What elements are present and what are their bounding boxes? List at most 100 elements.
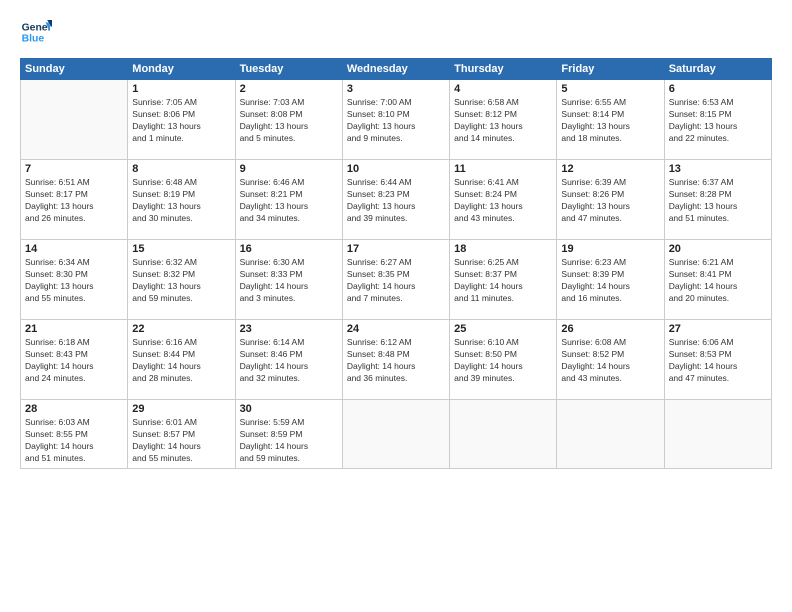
- page: General Blue SundayMondayTuesdayWednesda…: [0, 0, 792, 612]
- day-cell: 26 Sunrise: 6:08 AMSunset: 8:52 PMDayligh…: [557, 320, 664, 400]
- day-cell: 25Sunrise: 6:10 AMSunset: 8:50 PMDayligh…: [450, 320, 557, 400]
- week-row-5: 28 Sunrise: 6:03 AMSunset: 8:55 PMDayligh…: [21, 400, 772, 469]
- week-row-2: 7 Sunrise: 6:51 AMSunset: 8:17 PMDaylight…: [21, 160, 772, 240]
- day-info: Sunrise: 6:21 AMSunset: 8:41 PMDaylight:…: [669, 257, 767, 305]
- day-cell: 2Sunrise: 7:03 AMSunset: 8:08 PMDaylight…: [235, 80, 342, 160]
- day-cell: 27 Sunrise: 6:06 AMSunset: 8:53 PMDayligh…: [664, 320, 771, 400]
- day-number: 7: [25, 163, 123, 175]
- day-number: 16: [240, 243, 338, 255]
- day-cell: [342, 400, 449, 469]
- day-number: 6: [669, 83, 767, 95]
- day-number: 22: [132, 323, 230, 335]
- day-number: 24: [347, 323, 445, 335]
- day-info: Sunrise: 6:27 AMSunset: 8:35 PMDaylight:…: [347, 257, 445, 305]
- day-cell: 5 Sunrise: 6:55 AMSunset: 8:14 PMDaylight…: [557, 80, 664, 160]
- day-number: 14: [25, 243, 123, 255]
- day-cell: 19Sunrise: 6:23 AMSunset: 8:39 PMDayligh…: [557, 240, 664, 320]
- weekday-wednesday: Wednesday: [342, 59, 449, 80]
- day-number: 3: [347, 83, 445, 95]
- day-info: Sunrise: 6:51 AMSunset: 8:17 PMDaylight:…: [25, 177, 123, 225]
- day-info: Sunrise: 6:18 AMSunset: 8:43 PMDaylight:…: [25, 337, 123, 385]
- week-row-3: 14 Sunrise: 6:34 AMSunset: 8:30 PMDayligh…: [21, 240, 772, 320]
- day-info: Sunrise: 6:06 AMSunset: 8:53 PMDaylight:…: [669, 337, 767, 385]
- day-cell: [664, 400, 771, 469]
- day-info: Sunrise: 6:14 AMSunset: 8:46 PMDaylight:…: [240, 337, 338, 385]
- weekday-tuesday: Tuesday: [235, 59, 342, 80]
- day-cell: 20 Sunrise: 6:21 AMSunset: 8:41 PMDayligh…: [664, 240, 771, 320]
- weekday-saturday: Saturday: [664, 59, 771, 80]
- day-number: 5: [561, 83, 659, 95]
- day-info: Sunrise: 7:05 AMSunset: 8:06 PMDaylight:…: [132, 97, 230, 145]
- day-info: Sunrise: 6:39 AMSunset: 8:26 PMDaylight:…: [561, 177, 659, 225]
- day-number: 9: [240, 163, 338, 175]
- week-row-1: 1 Sunrise: 7:05 AMSunset: 8:06 PMDaylight…: [21, 80, 772, 160]
- day-number: 27: [669, 323, 767, 335]
- header: General Blue: [20, 16, 772, 48]
- day-cell: 29 Sunrise: 6:01 AMSunset: 8:57 PMDayligh…: [128, 400, 235, 469]
- day-number: 26: [561, 323, 659, 335]
- day-info: Sunrise: 6:37 AMSunset: 8:28 PMDaylight:…: [669, 177, 767, 225]
- day-number: 25: [454, 323, 552, 335]
- day-cell: 11 Sunrise: 6:41 AMSunset: 8:24 PMDayligh…: [450, 160, 557, 240]
- day-cell: 9Sunrise: 6:46 AMSunset: 8:21 PMDaylight…: [235, 160, 342, 240]
- day-info: Sunrise: 6:34 AMSunset: 8:30 PMDaylight:…: [25, 257, 123, 305]
- svg-text:Blue: Blue: [22, 34, 45, 45]
- day-cell: 7 Sunrise: 6:51 AMSunset: 8:17 PMDaylight…: [21, 160, 128, 240]
- day-number: 20: [669, 243, 767, 255]
- weekday-sunday: Sunday: [21, 59, 128, 80]
- day-cell: [557, 400, 664, 469]
- day-cell: 10Sunrise: 6:44 AMSunset: 8:23 PMDayligh…: [342, 160, 449, 240]
- day-cell: 1 Sunrise: 7:05 AMSunset: 8:06 PMDaylight…: [128, 80, 235, 160]
- day-info: Sunrise: 6:16 AMSunset: 8:44 PMDaylight:…: [132, 337, 230, 385]
- day-cell: 30Sunrise: 5:59 AMSunset: 8:59 PMDayligh…: [235, 400, 342, 469]
- day-number: 30: [240, 403, 338, 415]
- day-cell: 8 Sunrise: 6:48 AMSunset: 8:19 PMDaylight…: [128, 160, 235, 240]
- day-cell: 14 Sunrise: 6:34 AMSunset: 8:30 PMDayligh…: [21, 240, 128, 320]
- weekday-thursday: Thursday: [450, 59, 557, 80]
- week-row-4: 21Sunrise: 6:18 AMSunset: 8:43 PMDayligh…: [21, 320, 772, 400]
- day-info: Sunrise: 6:41 AMSunset: 8:24 PMDaylight:…: [454, 177, 552, 225]
- day-number: 1: [132, 83, 230, 95]
- weekday-monday: Monday: [128, 59, 235, 80]
- weekday-header-row: SundayMondayTuesdayWednesdayThursdayFrid…: [21, 59, 772, 80]
- day-info: Sunrise: 6:44 AMSunset: 8:23 PMDaylight:…: [347, 177, 445, 225]
- day-number: 12: [561, 163, 659, 175]
- day-cell: 4 Sunrise: 6:58 AMSunset: 8:12 PMDaylight…: [450, 80, 557, 160]
- day-info: Sunrise: 6:32 AMSunset: 8:32 PMDaylight:…: [132, 257, 230, 305]
- day-cell: 17 Sunrise: 6:27 AMSunset: 8:35 PMDayligh…: [342, 240, 449, 320]
- day-number: 13: [669, 163, 767, 175]
- day-number: 17: [347, 243, 445, 255]
- day-cell: 18 Sunrise: 6:25 AMSunset: 8:37 PMDayligh…: [450, 240, 557, 320]
- day-cell: 3 Sunrise: 7:00 AMSunset: 8:10 PMDaylight…: [342, 80, 449, 160]
- day-info: Sunrise: 7:00 AMSunset: 8:10 PMDaylight:…: [347, 97, 445, 145]
- calendar-table: SundayMondayTuesdayWednesdayThursdayFrid…: [20, 58, 772, 469]
- logo: General Blue: [20, 16, 56, 48]
- day-info: Sunrise: 6:01 AMSunset: 8:57 PMDaylight:…: [132, 417, 230, 465]
- day-number: 4: [454, 83, 552, 95]
- day-info: Sunrise: 6:58 AMSunset: 8:12 PMDaylight:…: [454, 97, 552, 145]
- day-number: 18: [454, 243, 552, 255]
- day-info: Sunrise: 6:30 AMSunset: 8:33 PMDaylight:…: [240, 257, 338, 305]
- day-cell: [450, 400, 557, 469]
- day-number: 29: [132, 403, 230, 415]
- day-cell: 16 Sunrise: 6:30 AMSunset: 8:33 PMDayligh…: [235, 240, 342, 320]
- day-info: Sunrise: 6:25 AMSunset: 8:37 PMDaylight:…: [454, 257, 552, 305]
- day-cell: 6 Sunrise: 6:53 AMSunset: 8:15 PMDaylight…: [664, 80, 771, 160]
- day-number: 8: [132, 163, 230, 175]
- day-info: Sunrise: 6:08 AMSunset: 8:52 PMDaylight:…: [561, 337, 659, 385]
- day-number: 11: [454, 163, 552, 175]
- day-cell: 15 Sunrise: 6:32 AMSunset: 8:32 PMDayligh…: [128, 240, 235, 320]
- day-info: Sunrise: 6:53 AMSunset: 8:15 PMDaylight:…: [669, 97, 767, 145]
- day-cell: 13 Sunrise: 6:37 AMSunset: 8:28 PMDayligh…: [664, 160, 771, 240]
- day-info: Sunrise: 6:55 AMSunset: 8:14 PMDaylight:…: [561, 97, 659, 145]
- day-number: 28: [25, 403, 123, 415]
- day-cell: 21Sunrise: 6:18 AMSunset: 8:43 PMDayligh…: [21, 320, 128, 400]
- day-info: Sunrise: 6:12 AMSunset: 8:48 PMDaylight:…: [347, 337, 445, 385]
- day-info: Sunrise: 6:23 AMSunset: 8:39 PMDaylight:…: [561, 257, 659, 305]
- day-info: Sunrise: 6:03 AMSunset: 8:55 PMDaylight:…: [25, 417, 123, 465]
- day-number: 15: [132, 243, 230, 255]
- day-cell: 22 Sunrise: 6:16 AMSunset: 8:44 PMDayligh…: [128, 320, 235, 400]
- day-info: Sunrise: 6:48 AMSunset: 8:19 PMDaylight:…: [132, 177, 230, 225]
- day-cell: 12 Sunrise: 6:39 AMSunset: 8:26 PMDayligh…: [557, 160, 664, 240]
- day-cell: 23Sunrise: 6:14 AMSunset: 8:46 PMDayligh…: [235, 320, 342, 400]
